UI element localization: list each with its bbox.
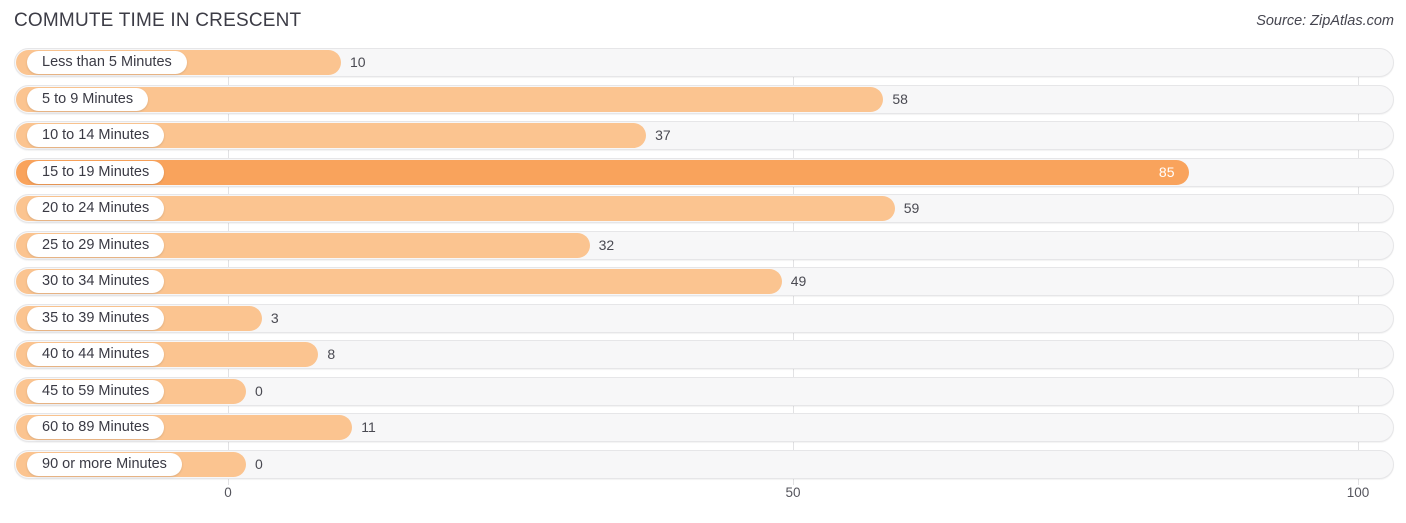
category-label: 20 to 24 Minutes: [42, 200, 150, 217]
category-label: 10 to 14 Minutes: [42, 127, 150, 144]
category-label: 5 to 9 Minutes: [42, 90, 134, 107]
category-label-pill: 30 to 34 Minutes: [27, 270, 165, 293]
category-label-pill: 40 to 44 Minutes: [27, 343, 165, 366]
x-axis-tick: 0: [224, 485, 232, 500]
bar-value-label: 32: [598, 236, 615, 253]
category-label-pill: 45 to 59 Minutes: [27, 379, 165, 403]
bar-row[interactable]: 90 or more Minutes 0: [0, 447, 1406, 484]
category-label: 90 or more Minutes: [42, 455, 167, 472]
bar-value-label: 37: [655, 127, 671, 143]
bar-value-label: 59: [903, 200, 920, 216]
x-axis-tick: 50: [785, 485, 801, 500]
bar-value-label: 10: [350, 54, 366, 70]
category-label-pill: 35 to 39 Minutes: [27, 306, 165, 330]
bar-row[interactable]: 15 to 19 Minutes 85: [0, 155, 1406, 192]
category-label: 45 to 59 Minutes: [42, 382, 150, 399]
bar-row[interactable]: 40 to 44 Minutes 8: [0, 337, 1406, 374]
x-axis: 0 50 100: [0, 485, 1406, 523]
category-label: 35 to 39 Minutes: [42, 309, 150, 326]
bar-fill: [16, 159, 1189, 185]
bar-value-label: 8: [327, 346, 336, 362]
category-label-pill: 15 to 19 Minutes: [27, 160, 165, 184]
bar-value-label: 0: [255, 455, 263, 472]
bar-rows: Less than 5 Minutes 10 5 to 9 Minutes 58 10 …: [0, 45, 1406, 483]
category-label-pill: 5 to 9 Minutes: [27, 87, 149, 111]
source-attribution: Source: ZipAtlas.com: [1256, 13, 1394, 29]
bar-row[interactable]: 25 to 29 Minutes 32: [0, 228, 1406, 265]
category-label: Less than 5 Minutes: [42, 54, 172, 71]
chart-header: COMMUTE TIME IN CRESCENT Source: ZipAtla…: [0, 0, 1406, 45]
bar-row[interactable]: Less than 5 Minutes 10: [0, 45, 1406, 82]
page-title: COMMUTE TIME IN CRESCENT: [14, 10, 302, 31]
category-label-pill: 10 to 14 Minutes: [27, 124, 165, 147]
bar-value-label: 3: [270, 309, 279, 326]
category-label: 40 to 44 Minutes: [42, 346, 150, 363]
bar-value-label: 0: [255, 382, 263, 399]
category-label: 15 to 19 Minutes: [42, 163, 150, 180]
bar-row[interactable]: 5 to 9 Minutes 58: [0, 82, 1406, 119]
category-label: 60 to 89 Minutes: [42, 419, 150, 436]
bar-row[interactable]: 45 to 59 Minutes 0: [0, 374, 1406, 411]
bar-row[interactable]: 30 to 34 Minutes 49: [0, 264, 1406, 301]
bar-row[interactable]: 35 to 39 Minutes 3: [0, 301, 1406, 338]
bar-value-label: 49: [790, 273, 807, 289]
chart-plot-area: Less than 5 Minutes 10 5 to 9 Minutes 58 10 …: [0, 45, 1406, 485]
category-label-pill: 20 to 24 Minutes: [27, 197, 165, 220]
category-label: 30 to 34 Minutes: [42, 273, 150, 290]
x-axis-tick: 100: [1346, 485, 1370, 500]
category-label-pill: Less than 5 Minutes: [27, 51, 187, 74]
bar-row[interactable]: 10 to 14 Minutes 37: [0, 118, 1406, 155]
category-label-pill: 25 to 29 Minutes: [27, 233, 165, 257]
bar-value-label: 11: [361, 419, 376, 435]
bar-row[interactable]: 20 to 24 Minutes 59: [0, 191, 1406, 228]
bar-row[interactable]: 60 to 89 Minutes 11: [0, 410, 1406, 447]
bar-value-label: 85: [1158, 163, 1175, 180]
category-label-pill: 60 to 89 Minutes: [27, 416, 165, 439]
category-label: 25 to 29 Minutes: [42, 236, 150, 253]
category-label-pill: 90 or more Minutes: [27, 452, 182, 476]
bar-value-label: 58: [892, 90, 908, 107]
